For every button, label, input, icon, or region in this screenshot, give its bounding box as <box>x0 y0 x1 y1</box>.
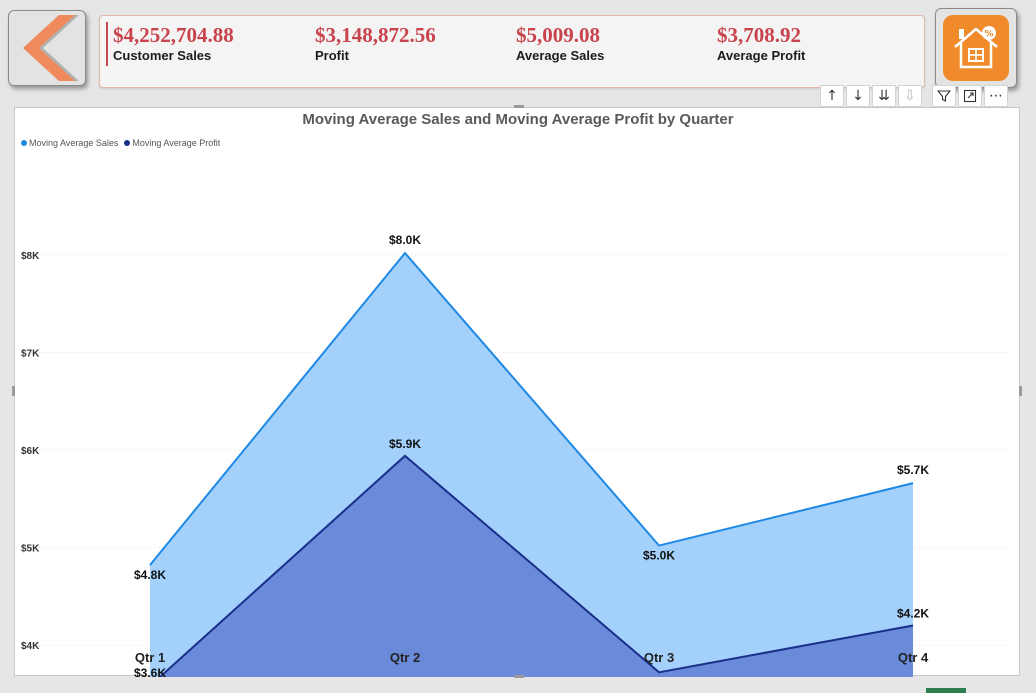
area-chart-visual[interactable]: Moving Average Sales and Moving Average … <box>14 107 1020 677</box>
canvas-bottom <box>0 680 1036 693</box>
svg-text:%: % <box>984 30 993 40</box>
double-arrow-down-icon[interactable]: ⇊ <box>872 85 896 107</box>
expand-hierarchy-icon[interactable]: ⇩ <box>898 85 922 107</box>
house-percent-icon: % <box>954 26 998 69</box>
kpi-label: Profit <box>315 48 349 63</box>
y-tick-label: $4K <box>21 641 40 652</box>
x-tick-label: Qtr 1 <box>135 650 165 665</box>
more-options-icon[interactable]: ⋯ <box>984 85 1008 107</box>
resize-handle-top[interactable] <box>514 105 524 108</box>
chart-plot-area: $4K $5K $6K $7K $8K $4.8K $8.0K $5.0K $5.7K $3.6K… <box>21 233 1015 677</box>
kpi-value: $5,009.08 <box>516 23 600 47</box>
kpi-card: $4,252,704.88 Customer Sales $3,148,872.… <box>99 15 925 88</box>
x-tick-label: Qtr 2 <box>390 650 420 665</box>
data-label: $4.8K <box>134 568 166 582</box>
x-tick-label: Qtr 4 <box>898 650 929 665</box>
kpi-label: Average Sales <box>516 48 605 63</box>
data-label: $5.7K <box>897 463 929 477</box>
data-label: $5.9K <box>389 437 421 451</box>
data-label: $4.2K <box>897 607 929 621</box>
resize-handle-right[interactable] <box>1019 386 1022 396</box>
arrow-up-icon[interactable]: ↑ <box>820 85 844 107</box>
back-button[interactable] <box>8 10 86 86</box>
arrow-down-icon[interactable]: ↓ <box>846 85 870 107</box>
kpi-average-profit: $3,708.92 Average Profit <box>717 22 805 64</box>
visual-toolbar: ↑ ↓ ⇊ ⇩ ⋯ <box>820 85 1008 107</box>
y-tick-label: $8K <box>21 251 40 262</box>
y-tick-label: $7K <box>21 349 40 360</box>
status-indicator <box>926 688 966 693</box>
y-tick-label: $6K <box>21 446 40 457</box>
home-button[interactable]: % <box>935 8 1017 88</box>
kpi-customer-sales: $4,252,704.88 Customer Sales <box>113 22 234 64</box>
kpi-average-sales: $5,009.08 Average Sales <box>516 22 604 64</box>
data-label: $8.0K <box>389 233 421 247</box>
kpi-label: Average Profit <box>717 48 806 63</box>
data-label: $3.6K <box>134 666 166 677</box>
home-icon-tile: % <box>943 15 1009 81</box>
kpi-profit: $3,148,872.56 Profit <box>315 22 436 64</box>
x-tick-label: Qtr 3 <box>644 650 674 665</box>
y-tick-label: $5K <box>21 544 40 555</box>
kpi-value: $4,252,704.88 <box>113 23 234 47</box>
data-label: $3.7K <box>643 675 675 677</box>
filter-icon[interactable] <box>932 85 956 107</box>
kpi-value: $3,708.92 <box>717 23 801 47</box>
focus-mode-icon[interactable] <box>958 85 982 107</box>
kpi-value: $3,148,872.56 <box>315 23 436 47</box>
kpi-accent-bar <box>106 22 108 66</box>
data-label: $5.0K <box>643 549 675 563</box>
kpi-label: Customer Sales <box>113 48 212 63</box>
chevron-left-icon <box>23 15 79 81</box>
resize-handle-bottom[interactable] <box>514 675 524 678</box>
resize-handle-left[interactable] <box>12 386 15 396</box>
